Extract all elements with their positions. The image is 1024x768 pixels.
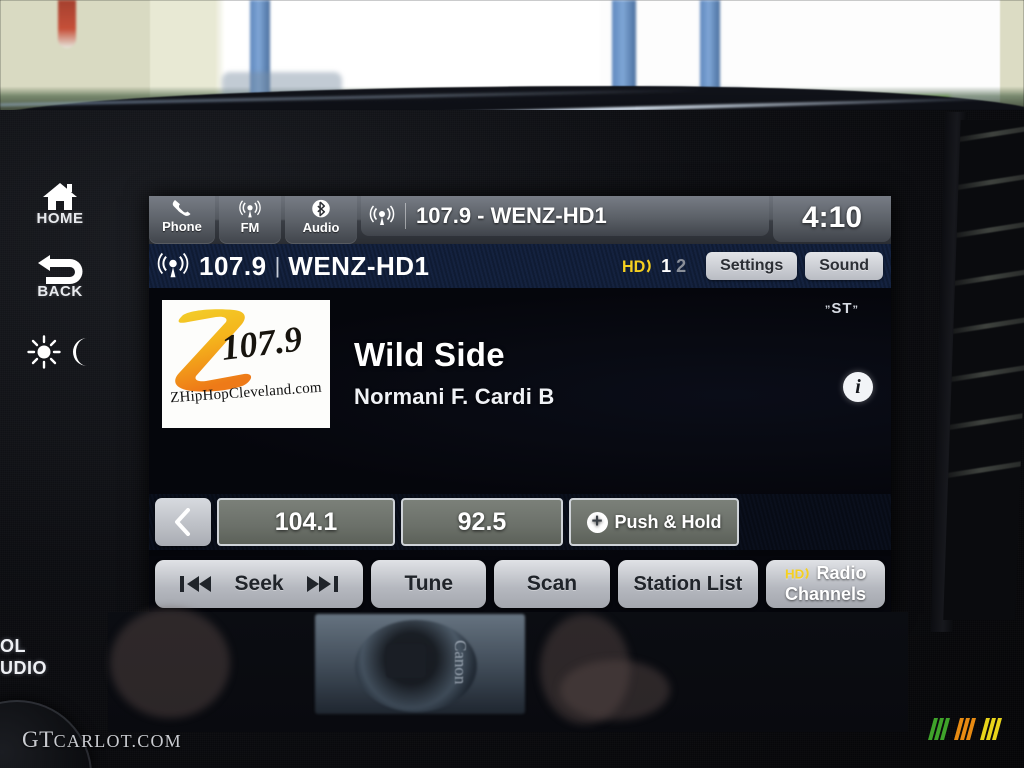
hd-radio-channels-line2: Channels: [785, 584, 867, 604]
tuner-separator: |: [274, 253, 281, 278]
status-clock: 4:10: [773, 196, 891, 242]
scan-button[interactable]: Scan: [494, 560, 610, 608]
phone-handset-icon: [172, 200, 191, 216]
back-button[interactable]: BACK: [0, 255, 120, 300]
fire-extinguisher-blur: [58, 0, 76, 48]
push-and-hold-label: Push & Hold: [614, 511, 722, 532]
hd-radio-channels-button[interactable]: HD Radio Channels: [766, 560, 885, 608]
status-tab-audio[interactable]: Audio: [285, 196, 357, 244]
seek-button[interactable]: Seek: [155, 560, 364, 608]
home-button-label: HOME: [36, 210, 84, 227]
watermark-rest: CARLOT.COM: [53, 731, 182, 751]
stereo-indicator: ”ST”: [824, 300, 859, 317]
seek-backward-icon: [180, 576, 212, 592]
vol-label: OL: [0, 636, 26, 656]
back-arrow-icon: [38, 255, 83, 284]
station-list-button[interactable]: Station List: [617, 560, 759, 608]
track-artist: Normani F. Cardi B: [354, 384, 555, 409]
preset-previous-button[interactable]: [155, 498, 211, 546]
brand-stripes-icon: [928, 718, 1002, 740]
status-tab-audio-label: Audio: [302, 220, 340, 235]
preset-row: 104.1 92.5 + Push & Hold: [149, 494, 891, 550]
status-tab-phone-label: Phone: [162, 219, 202, 234]
status-divider: [405, 203, 406, 229]
camera-brand-reflection: Canon: [451, 640, 470, 685]
left-hard-button-column: HOME BACK OL UDIO: [0, 180, 120, 768]
hand-reflection: [110, 608, 230, 718]
status-tab-fm-label: FM: [240, 220, 260, 235]
hd-radio-channels-line1: Radio: [816, 563, 867, 583]
info-icon[interactable]: i: [843, 372, 873, 402]
album-art-frequency: 107.9: [219, 318, 304, 368]
tune-button[interactable]: Tune: [371, 560, 487, 608]
tuner-frequency: 107.9: [199, 250, 267, 281]
album-art[interactable]: 107.9 ZHipHopCleveland.com: [162, 300, 330, 428]
fm-radio-tower-icon: [239, 200, 261, 218]
tuner-call-sign: WENZ-HD1: [288, 250, 430, 281]
settings-button[interactable]: Settings: [706, 252, 798, 280]
svg-text:HD: HD: [785, 566, 805, 581]
status-station-text: 107.9 - WENZ-HD1: [416, 203, 607, 228]
preset-button-1[interactable]: 104.1: [217, 498, 395, 546]
home-button[interactable]: HOME: [0, 180, 120, 227]
watermark-bold: GT: [22, 727, 54, 752]
sun-icon: [27, 335, 61, 369]
hd-channel-2[interactable]: 2: [676, 256, 686, 277]
now-playing-panel: 107.9 ZHipHopCleveland.com Wild Side Nor…: [149, 288, 891, 494]
status-current-station[interactable]: 107.9 - WENZ-HD1: [361, 196, 769, 236]
track-title: Wild Side: [354, 336, 505, 373]
screenshot-root: HOME BACK OL UDIO Phone FM Audio 107.9 -…: [0, 0, 1024, 768]
preset-button-2[interactable]: 92.5: [401, 498, 563, 546]
hd-radio-icon: HD: [785, 566, 809, 581]
svg-text:HD: HD: [622, 258, 645, 276]
fm-radio-tower-icon: [157, 252, 189, 278]
camera-lens-center: [386, 644, 426, 678]
volume-audio-label: OL UDIO: [0, 635, 120, 679]
status-tab-phone[interactable]: Phone: [149, 196, 215, 244]
bluetooth-icon: [312, 199, 330, 218]
seek-button-label: Seek: [234, 572, 284, 595]
chevron-left-icon: [175, 508, 190, 536]
status-tab-fm[interactable]: FM: [219, 196, 281, 244]
moon-icon: [73, 338, 87, 366]
fm-radio-tower-icon: [369, 205, 395, 225]
hand-reflection: [560, 660, 670, 720]
back-button-label: BACK: [37, 283, 83, 300]
push-and-hold-button[interactable]: + Push & Hold: [569, 498, 739, 546]
function-row: Seek Tune Scan Station List HD Radio Cha…: [149, 556, 891, 612]
audio-label: UDIO: [0, 658, 47, 678]
status-bar: Phone FM Audio 107.9 - WENZ-HD1 4:10: [149, 196, 891, 244]
tuner-header: 107.9 | WENZ-HD1 HD 1 2 Settings Sound: [149, 244, 891, 288]
home-icon: [43, 183, 77, 210]
hd-channel-1[interactable]: 1: [661, 256, 671, 277]
infotainment-screen: Phone FM Audio 107.9 - WENZ-HD1 4:10 107…: [149, 196, 891, 614]
seek-forward-icon: [306, 576, 338, 592]
day-night-brightness-button[interactable]: [0, 335, 120, 369]
hd-channel-indicator: HD 1 2: [622, 255, 686, 277]
watermark: GTCARLOT.COM: [22, 727, 182, 753]
sound-button[interactable]: Sound: [805, 252, 883, 280]
hd-radio-icon: HD: [622, 258, 651, 276]
plus-circle-icon: +: [586, 511, 608, 533]
